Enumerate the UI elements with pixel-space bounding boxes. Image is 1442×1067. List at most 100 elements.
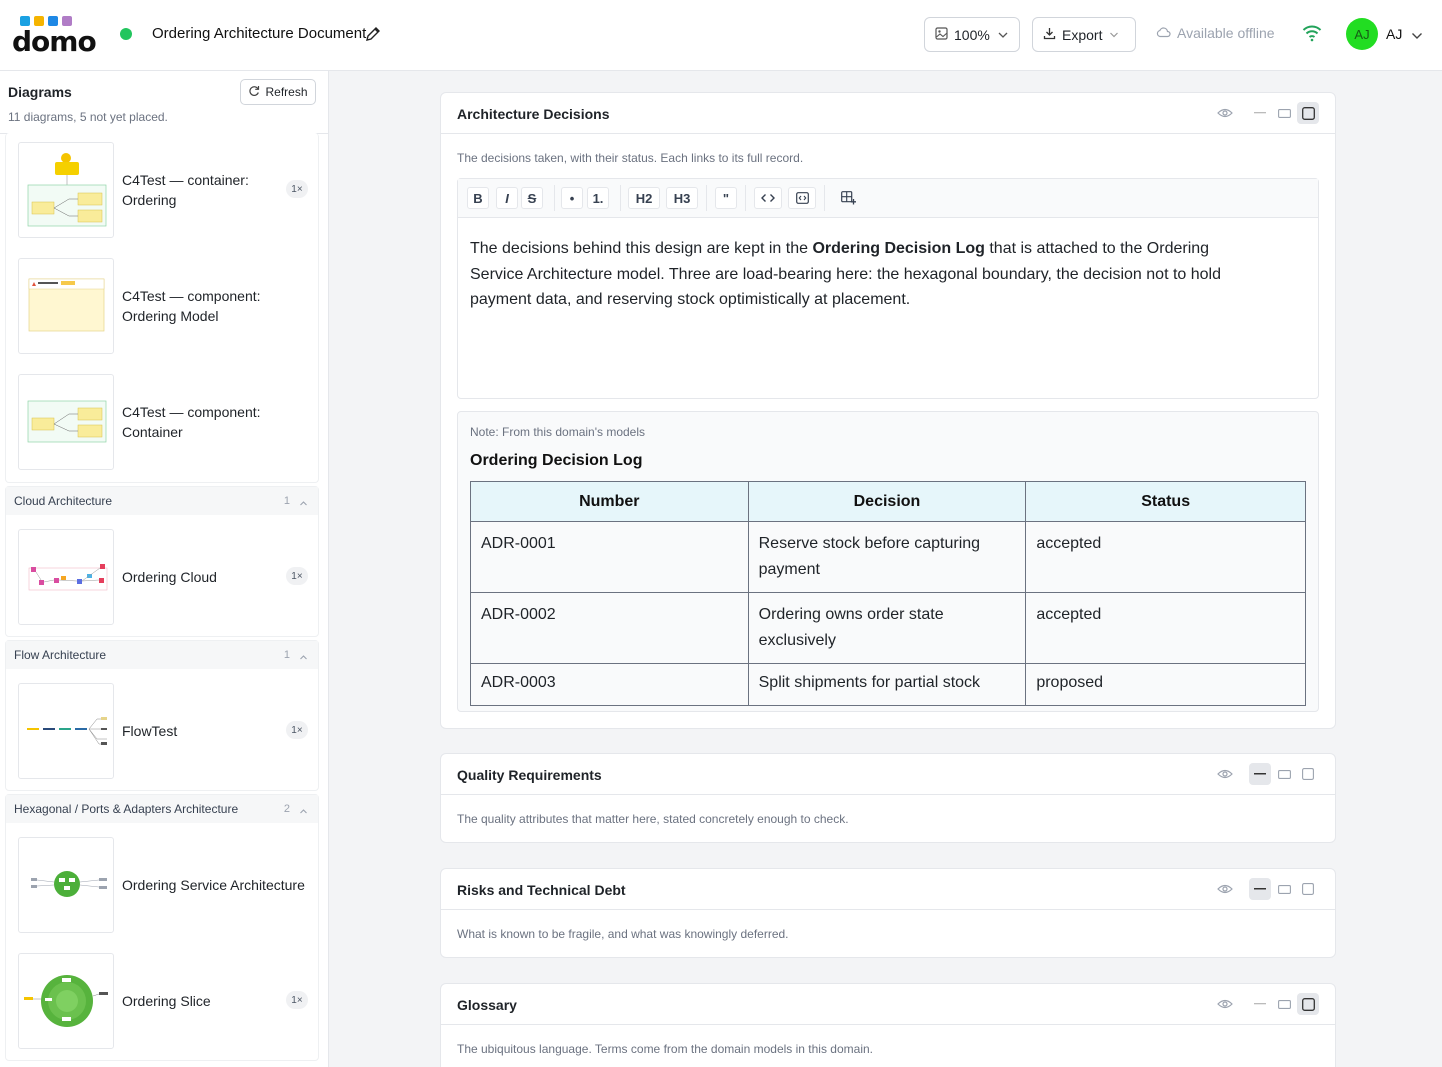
section-description: The quality attributes that matter here,… (457, 812, 849, 826)
table-cell: ADR-0001 (470, 521, 749, 593)
code-icon[interactable] (754, 187, 782, 209)
group-header[interactable]: Cloud Architecture 1 (6, 487, 318, 515)
refresh-button[interactable]: Refresh (240, 79, 316, 105)
diagram-item-label: Ordering Cloud (122, 569, 217, 585)
ordered-list-button[interactable]: 1. (587, 187, 609, 209)
placement-count-badge: 1× (286, 567, 308, 585)
offline-status[interactable]: Available offline (1156, 25, 1275, 41)
table-cell: proposed (1025, 663, 1306, 706)
user-menu-label[interactable]: AJ (1386, 26, 1402, 42)
table-cell: Reserve stock before capturing payment (747, 521, 1027, 593)
decision-log-reference: Ordering Decision Log (812, 240, 985, 257)
document-canvas: Architecture Decisions The decisions tak… (330, 71, 1442, 1067)
expanded-view-icon[interactable] (1297, 993, 1319, 1015)
diagram-item-label: Ordering Slice (122, 993, 211, 1009)
section-title: Architecture Decisions (457, 106, 610, 122)
diagram-thumbnail (18, 142, 114, 238)
strikethrough-button[interactable]: S (521, 187, 543, 209)
offline-label: Available offline (1177, 25, 1275, 41)
app-header: domo Ordering Architecture Document 100%… (0, 0, 1442, 71)
diagram-item-label: C4Test — component: Container (122, 404, 261, 440)
section-description: The ubiquitous language. Terms come from… (457, 1042, 873, 1056)
document-title[interactable]: Ordering Architecture Document (152, 25, 366, 42)
table-cell: accepted (1025, 521, 1306, 593)
group-count: 1 (283, 649, 290, 661)
section-glossary: Glossary The ubiquitous language. Terms … (440, 983, 1336, 1067)
expanded-view-icon[interactable] (1297, 763, 1319, 785)
diagram-item[interactable]: C4Test — container: Ordering 1× (18, 142, 318, 238)
eye-icon[interactable] (1214, 763, 1236, 785)
domo-logo[interactable]: domo (12, 16, 98, 58)
pencil-icon[interactable] (365, 26, 381, 42)
sidebar-title: Diagrams (8, 84, 72, 100)
table-cell: ADR-0003 (470, 663, 749, 706)
minimize-icon[interactable] (1249, 878, 1271, 900)
rich-text-editor[interactable]: B I S • 1. H2 H3 " The decisions behind … (457, 178, 1319, 399)
editor-text-prefix: The decisions behind this design are kep… (470, 240, 813, 257)
group-header[interactable]: Flow Architecture 1 (6, 641, 318, 669)
table-cell: Split shipments for partial stock (747, 663, 1027, 706)
download-icon (1043, 27, 1056, 43)
zoom-button[interactable]: 100% (924, 17, 1020, 52)
chevron-down-icon[interactable] (1410, 28, 1424, 46)
eye-icon[interactable] (1214, 993, 1236, 1015)
section-title: Risks and Technical Debt (457, 882, 626, 898)
toolbar-divider (824, 185, 825, 211)
compact-view-icon[interactable] (1273, 763, 1295, 785)
section-description: What is known to be fragile, and what wa… (457, 927, 789, 941)
section-header: Architecture Decisions (441, 93, 1335, 134)
export-button[interactable]: Export (1032, 17, 1136, 52)
eye-icon[interactable] (1214, 878, 1236, 900)
cloud-icon (1156, 25, 1171, 41)
bullet-list-button[interactable]: • (561, 187, 583, 209)
section-architecture-decisions: Architecture Decisions The decisions tak… (440, 92, 1336, 729)
chevron-down-icon (1108, 27, 1120, 43)
placement-count-badge: 1× (286, 180, 308, 198)
diagram-item[interactable]: Ordering Cloud 1× (18, 529, 318, 625)
blockquote-button[interactable]: " (715, 187, 737, 209)
group-name: Flow Architecture (14, 648, 107, 662)
diagram-item[interactable]: C4Test — component: Container (18, 374, 318, 470)
table-cell: accepted (1025, 592, 1306, 664)
bold-button[interactable]: B (467, 187, 489, 209)
image-icon (935, 26, 948, 43)
avatar[interactable]: AJ (1346, 18, 1378, 50)
diagram-item[interactable]: Ordering Service Architecture (18, 837, 318, 933)
compact-view-icon[interactable] (1273, 102, 1295, 124)
section-quality-requirements: Quality Requirements The quality attribu… (440, 753, 1336, 843)
minimize-icon[interactable] (1249, 102, 1271, 124)
expanded-view-icon[interactable] (1297, 102, 1319, 124)
compact-view-icon[interactable] (1273, 878, 1295, 900)
heading-2-button[interactable]: H2 (628, 187, 660, 209)
minimize-icon[interactable] (1249, 763, 1271, 785)
compact-view-icon[interactable] (1273, 993, 1295, 1015)
diagram-thumbnail (18, 683, 114, 779)
eye-icon[interactable] (1214, 102, 1236, 124)
diagram-group-c4: C4Test — container: Ordering 1× C4Test —… (5, 133, 319, 483)
editor-content[interactable]: The decisions behind this design are kep… (470, 236, 1240, 313)
export-label: Export (1062, 26, 1103, 43)
code-block-icon[interactable] (788, 187, 816, 209)
diagram-item[interactable]: C4Test — component: Ordering Model (18, 258, 318, 354)
diagrams-sidebar: Diagrams 11 diagrams, 5 not yet placed. … (0, 71, 329, 1067)
minimize-icon[interactable] (1249, 993, 1271, 1015)
italic-button[interactable]: I (496, 187, 518, 209)
diagram-item[interactable]: FlowTest 1× (18, 683, 318, 779)
table-header-row: Number Decision Status (470, 481, 1306, 522)
group-name: Hexagonal / Ports & Adapters Architectur… (14, 802, 239, 816)
diagram-group-cloud: Cloud Architecture 1 Ordering Cloud 1× (5, 486, 319, 637)
diagram-item[interactable]: Ordering Slice 1× (18, 953, 318, 1049)
placement-count-badge: 1× (286, 991, 308, 1009)
wifi-icon (1302, 24, 1322, 47)
chevron-down-icon (996, 27, 1010, 43)
table-icon[interactable] (834, 187, 862, 209)
group-header[interactable]: Hexagonal / Ports & Adapters Architectur… (6, 795, 318, 823)
expanded-view-icon[interactable] (1297, 878, 1319, 900)
table-row: ADR-0003 Split shipments for partial sto… (470, 663, 1306, 706)
zoom-label: 100% (954, 26, 990, 43)
diagram-thumbnail (18, 374, 114, 470)
column-header: Status (1025, 481, 1306, 522)
heading-3-button[interactable]: H3 (666, 187, 698, 209)
refresh-label: Refresh (265, 85, 308, 99)
section-header: Risks and Technical Debt (441, 869, 1335, 910)
